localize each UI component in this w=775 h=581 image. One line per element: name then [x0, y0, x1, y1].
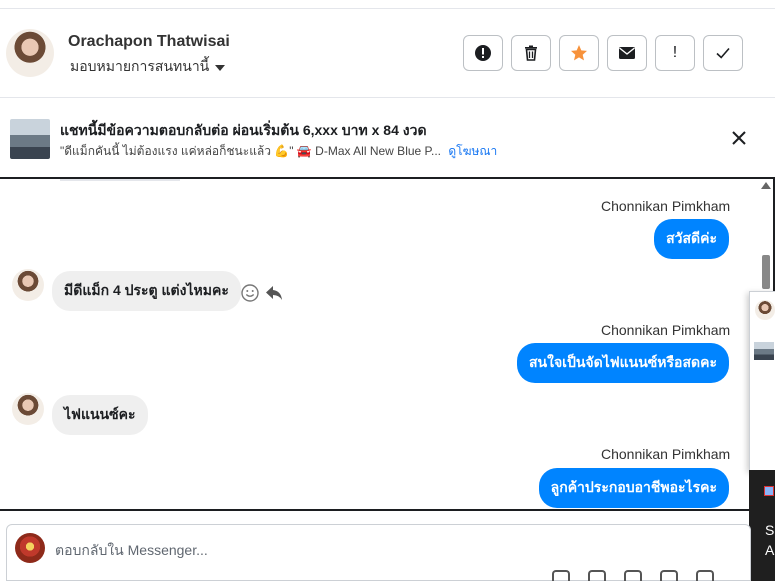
- message-sender: Chonnikan Pimkham: [601, 198, 731, 214]
- star-icon: [571, 45, 587, 61]
- conversation-header: Orachapon Thatwisai มอบหมายการสนทนานี้ !: [0, 9, 775, 98]
- follow-up-button[interactable]: !: [655, 35, 695, 71]
- page-avatar: [15, 533, 45, 563]
- assign-conversation-dropdown[interactable]: มอบหมายการสนทนานี้: [70, 56, 226, 78]
- close-icon[interactable]: [729, 128, 749, 148]
- assign-label: มอบหมายการสนทนานี้: [70, 58, 210, 74]
- mark-unread-button[interactable]: [607, 35, 647, 71]
- exclamation-circle-icon: [475, 45, 491, 61]
- reply-composer: [6, 524, 751, 581]
- mark-done-button[interactable]: [703, 35, 743, 71]
- message-sender: Chonnikan Pimkham: [601, 322, 731, 338]
- delete-button[interactable]: [511, 35, 551, 71]
- thread-top-indicator: [60, 179, 180, 181]
- system-notification-panel[interactable]: S A: [749, 470, 775, 581]
- reply-input[interactable]: [55, 539, 655, 561]
- like-icon[interactable]: [696, 570, 714, 581]
- outgoing-message[interactable]: สวัสดีค่ะ: [654, 219, 729, 259]
- attachment-icon[interactable]: [588, 570, 606, 581]
- reply-icon[interactable]: [264, 283, 284, 303]
- scroll-thumb[interactable]: [762, 255, 770, 289]
- popup-ad-thumbnail: [754, 342, 774, 360]
- contact-avatar-small: [12, 269, 44, 301]
- ad-subtitle: "ดีแม็กคันนี้ ไม่ต้องแรง แค่หล่อก็ชนะแล้…: [60, 142, 497, 161]
- notification-text-2: A: [765, 542, 775, 558]
- star-button[interactable]: [559, 35, 599, 71]
- contact-avatar-small: [12, 393, 44, 425]
- ad-subtitle-text: "ดีแม็กคันนี้ ไม่ต้องแรง แค่หล่อก็ชนะแล้…: [60, 144, 441, 158]
- gif-icon[interactable]: [624, 570, 642, 581]
- exclamation-icon: !: [672, 44, 678, 61]
- trash-icon: [525, 45, 537, 61]
- header-actions: !: [463, 35, 743, 71]
- checkmark-icon: [716, 47, 730, 59]
- emoji-icon[interactable]: [660, 570, 678, 581]
- notification-app-icon: [764, 486, 774, 496]
- composer-tools: [552, 570, 714, 581]
- incoming-message[interactable]: ไฟแนนซ์คะ: [52, 395, 148, 435]
- scroll-up-arrow-icon[interactable]: [761, 182, 771, 189]
- outgoing-message[interactable]: ลูกค้าประกอบอาชีพอะไรคะ: [538, 468, 729, 508]
- incoming-message[interactable]: มีดีแม็ก 4 ประตู แต่งไหมคะ: [52, 271, 241, 311]
- contact-avatar[interactable]: [6, 29, 54, 77]
- saved-replies-icon[interactable]: [552, 570, 570, 581]
- message-thread[interactable]: Chonnikan Pimkham สวัสดีค่ะ มีดีแม็ก 4 ป…: [0, 177, 775, 511]
- view-ad-link[interactable]: ดูโฆษณา: [448, 144, 497, 158]
- ad-title: แชทนี้มีข้อความตอบกลับต่อ ผ่อนเริ่มต้น 6…: [60, 122, 427, 138]
- inbox-conversation-view: Orachapon Thatwisai มอบหมายการสนทนานี้ !…: [0, 0, 775, 581]
- envelope-icon: [619, 47, 635, 59]
- ad-thumbnail: [10, 119, 50, 159]
- notification-text-1: S: [765, 522, 775, 538]
- caret-down-icon: [215, 65, 226, 71]
- message-sender: Chonnikan Pimkham: [601, 446, 731, 462]
- contact-name[interactable]: Orachapon Thatwisai: [68, 33, 230, 51]
- side-popup-panel[interactable]: [749, 291, 775, 471]
- mark-spam-button[interactable]: [463, 35, 503, 71]
- ad-context-bar: แชทนี้มีข้อความตอบกลับต่อ ผ่อนเริ่มต้น 6…: [0, 98, 775, 177]
- popup-avatar: [755, 300, 775, 320]
- smiley-icon[interactable]: [240, 283, 260, 303]
- outgoing-message[interactable]: สนใจเป็นจัดไฟแนนซ์หรือสดคะ: [517, 343, 729, 383]
